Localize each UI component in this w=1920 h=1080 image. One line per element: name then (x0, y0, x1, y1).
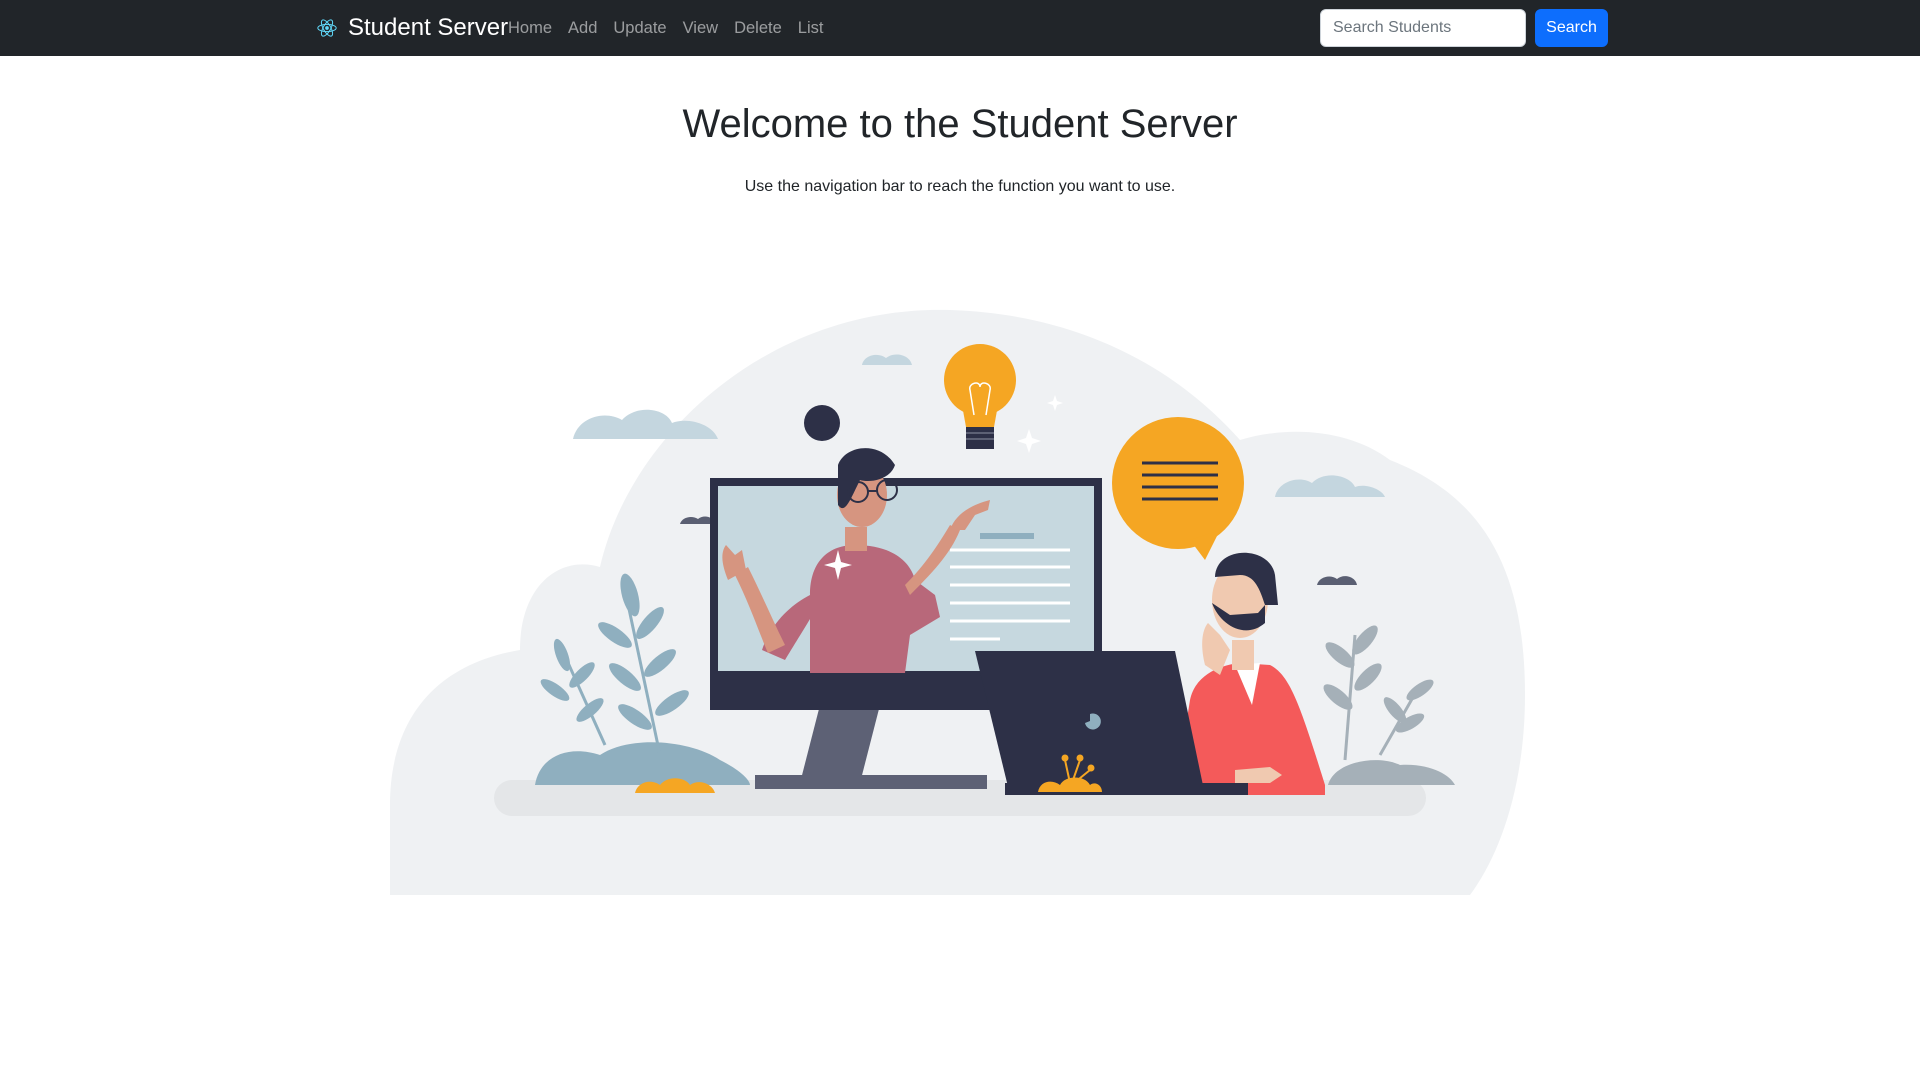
screen-bar (980, 533, 1034, 539)
nav-link-home[interactable]: Home (500, 19, 560, 38)
brand-label: Student Server (348, 14, 509, 41)
react-atom-icon (317, 19, 337, 37)
search-input[interactable] (1320, 9, 1526, 47)
nav-link-view[interactable]: View (675, 19, 726, 38)
monitor-base (755, 775, 987, 789)
navbar: Student Server Home Add Update View Dele… (0, 0, 1920, 56)
brand-link[interactable]: Student Server (316, 0, 508, 56)
hero-illustration (390, 309, 1525, 895)
nav-link-list[interactable]: List (790, 19, 832, 38)
search-button[interactable]: Search (1535, 9, 1608, 47)
page-subtitle: Use the navigation bar to reach the func… (744, 178, 1176, 195)
nav-link-add[interactable]: Add (560, 19, 605, 38)
nav-link-delete[interactable]: Delete (726, 19, 790, 38)
nav-link-update[interactable]: Update (605, 19, 674, 38)
page-title: Welcome to the Student Server (682, 102, 1238, 146)
nav-links: Home Add Update View Delete List (500, 0, 831, 56)
